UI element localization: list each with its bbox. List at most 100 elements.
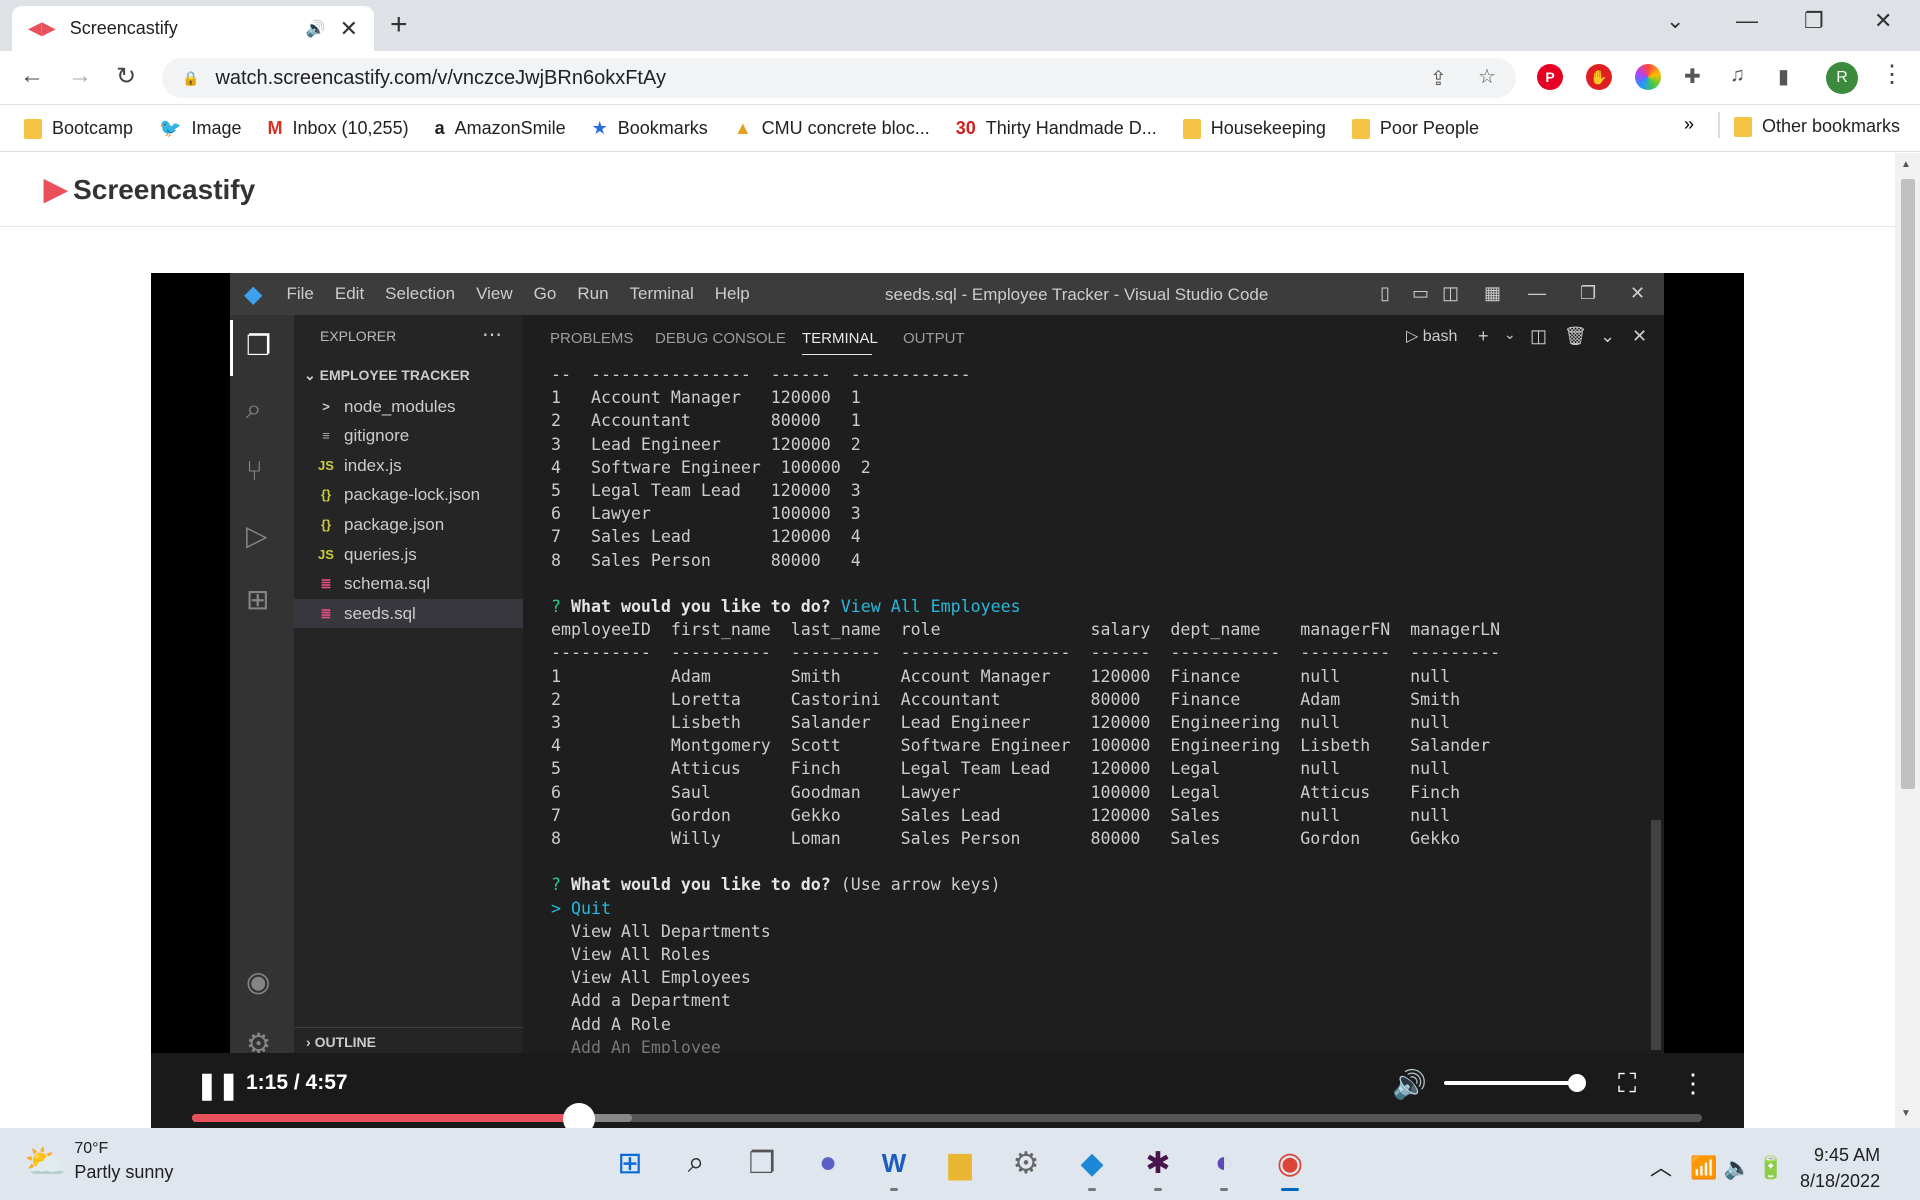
other-bookmarks[interactable]: Other bookmarks bbox=[1734, 116, 1900, 137]
tab-problems[interactable]: PROBLEMS bbox=[550, 330, 633, 347]
file-index-js[interactable]: JS index.js bbox=[294, 451, 523, 480]
explorer-more-icon[interactable]: ⋯ bbox=[482, 322, 502, 347]
chrome-icon[interactable]: ◉ bbox=[1270, 1143, 1310, 1183]
extensions-puzzle-icon[interactable]: ✚ bbox=[1684, 64, 1701, 89]
share-icon[interactable]: ⇪ bbox=[1430, 66, 1447, 91]
bookmark-bootcamp[interactable]: Bootcamp bbox=[24, 118, 133, 139]
scrollbar-thumb[interactable] bbox=[1901, 179, 1915, 789]
kill-terminal-icon[interactable]: 🗑 bbox=[1564, 326, 1587, 347]
restore-button[interactable]: ❐ bbox=[1804, 8, 1824, 34]
outline-section[interactable]: › OUTLINE bbox=[294, 1027, 523, 1053]
bookmark-housekeeping[interactable]: Housekeeping bbox=[1182, 118, 1326, 139]
file-gitignore[interactable]: ≡ gitignore bbox=[294, 421, 523, 450]
menu-file[interactable]: File bbox=[286, 284, 313, 304]
menu-view[interactable]: View bbox=[476, 284, 513, 304]
file-explorer-icon[interactable]: ▆ bbox=[940, 1143, 980, 1183]
menu-go[interactable]: Go bbox=[534, 284, 557, 304]
media-control-icon[interactable]: ♫ bbox=[1730, 64, 1745, 87]
project-folder[interactable]: ⌄ EMPLOYEE TRACKER bbox=[304, 367, 470, 384]
explorer-icon[interactable]: ❐ bbox=[246, 329, 271, 362]
vscode-minimize-icon[interactable]: — bbox=[1528, 283, 1546, 304]
weather-widget[interactable]: ⛅ 70°F Partly sunny bbox=[24, 1140, 173, 1183]
profile-avatar[interactable]: R bbox=[1826, 62, 1858, 94]
choice[interactable]: View All Roles bbox=[551, 943, 1631, 966]
screencastify-logo[interactable]: ▶ Screencastify bbox=[44, 172, 255, 207]
choice[interactable]: View All Employees bbox=[551, 966, 1631, 989]
file-package-json[interactable]: {} package.json bbox=[294, 510, 523, 539]
account-icon[interactable]: ◉ bbox=[246, 965, 270, 998]
menu-run[interactable]: Run bbox=[577, 284, 608, 304]
toggle-secondary-sidebar-icon[interactable]: ◫ bbox=[1442, 283, 1459, 304]
taskbar-search-icon[interactable]: ⌕ bbox=[676, 1143, 716, 1183]
tab-audio-icon[interactable]: 🔊 bbox=[306, 19, 326, 39]
battery-icon[interactable]: 🔋 bbox=[1757, 1155, 1784, 1180]
layout-icon[interactable]: ▦ bbox=[1484, 283, 1501, 304]
pause-icon[interactable]: ❚❚ bbox=[196, 1070, 240, 1101]
reload-icon[interactable]: ↻ bbox=[116, 62, 136, 91]
file-queries-js[interactable]: JS queries.js bbox=[294, 540, 523, 569]
minimize-button[interactable]: — bbox=[1736, 8, 1758, 34]
choice[interactable]: Add An Employee bbox=[551, 1036, 1631, 1053]
bookmark-image[interactable]: 🐦 Image bbox=[159, 118, 241, 139]
volume-slider[interactable] bbox=[1444, 1081, 1584, 1085]
page-scrollbar[interactable]: ▲ ▼ bbox=[1895, 153, 1920, 1128]
task-view-icon[interactable]: ❐ bbox=[742, 1143, 782, 1183]
run-debug-icon[interactable]: ▷ bbox=[246, 519, 268, 552]
fullscreen-icon[interactable]: ⛶ bbox=[1618, 1068, 1636, 1100]
close-window-button[interactable]: ✕ bbox=[1874, 8, 1892, 34]
speaker-icon[interactable]: 🔈 bbox=[1724, 1155, 1751, 1180]
file-node-modules[interactable]: > node_modules bbox=[294, 392, 523, 421]
search-icon[interactable]: ⌕ bbox=[246, 393, 262, 426]
vscode-close-icon[interactable]: ✕ bbox=[1630, 283, 1645, 304]
maximize-panel-icon[interactable]: ⌄ bbox=[1600, 326, 1615, 347]
bookmark-thirty[interactable]: 30 Thirty Handmade D... bbox=[956, 118, 1157, 139]
color-extension-icon[interactable] bbox=[1635, 64, 1661, 90]
tray-overflow-icon[interactable]: ︿ bbox=[1650, 1155, 1672, 1180]
slack-icon[interactable]: ✱ bbox=[1138, 1143, 1178, 1183]
start-icon[interactable]: ⊞ bbox=[610, 1143, 650, 1183]
choice[interactable]: Add a Department bbox=[551, 989, 1631, 1012]
side-panel-icon[interactable]: ▮ bbox=[1778, 64, 1789, 89]
back-icon[interactable]: ← bbox=[20, 62, 44, 90]
terminal-dropdown-icon[interactable]: ⌄ bbox=[1504, 326, 1516, 343]
settings-icon[interactable]: ⚙ bbox=[1006, 1143, 1046, 1183]
file-seeds-sql[interactable]: ≣ seeds.sql bbox=[294, 599, 523, 628]
browser-tab[interactable]: ◀▶ Screencastify 🔊 ✕ bbox=[12, 6, 374, 51]
choice[interactable]: View All Departments bbox=[551, 920, 1631, 943]
new-tab-button[interactable]: + bbox=[390, 8, 408, 42]
address-bar[interactable]: 🔒 watch.screencastify.com/v/vnczceJwjBRn… bbox=[162, 58, 1516, 98]
vscode-taskbar-icon[interactable]: ◆ bbox=[1072, 1143, 1112, 1183]
adblock-extension-icon[interactable]: ✋ bbox=[1586, 64, 1612, 90]
system-tray[interactable]: ︿ 📶 🔈 🔋 bbox=[1650, 1150, 1785, 1182]
tab-search-icon[interactable]: ⌄ bbox=[1666, 8, 1684, 34]
tab-debug-console[interactable]: DEBUG CONSOLE bbox=[655, 330, 786, 347]
bookmark-inbox[interactable]: M Inbox (10,255) bbox=[268, 118, 409, 139]
bookmark-bookmarks[interactable]: ★ Bookmarks bbox=[592, 118, 708, 139]
split-terminal-icon[interactable]: ◫ bbox=[1530, 326, 1547, 347]
tab-output[interactable]: OUTPUT bbox=[903, 330, 965, 347]
file-package-lock-json[interactable]: {} package-lock.json bbox=[294, 480, 523, 509]
bookmarks-overflow-button[interactable]: » bbox=[1684, 114, 1694, 135]
video-more-icon[interactable]: ⋮ bbox=[1680, 1068, 1706, 1099]
terminal-output[interactable]: -- ---------------- ------ ------------ … bbox=[551, 363, 1631, 1053]
close-panel-icon[interactable]: ✕ bbox=[1632, 326, 1647, 347]
menu-selection[interactable]: Selection bbox=[385, 284, 455, 304]
teams-chat-icon[interactable]: ● bbox=[808, 1143, 848, 1183]
word-icon[interactable]: W bbox=[874, 1143, 914, 1183]
new-terminal-icon[interactable]: + bbox=[1478, 326, 1489, 347]
browser-menu-icon[interactable]: ⋮ bbox=[1880, 60, 1904, 89]
forward-icon[interactable]: → bbox=[68, 62, 92, 90]
wifi-icon[interactable]: 📶 bbox=[1690, 1155, 1717, 1180]
menu-help[interactable]: Help bbox=[715, 284, 750, 304]
menu-edit[interactable]: Edit bbox=[335, 284, 364, 304]
source-control-icon[interactable]: ⑂ bbox=[246, 455, 263, 487]
choice[interactable]: Add A Role bbox=[551, 1013, 1631, 1036]
bookmark-amazonsmile[interactable]: a AmazonSmile bbox=[435, 118, 566, 139]
taskbar-clock[interactable]: 9:45 AM 8/18/2022 bbox=[1800, 1142, 1880, 1194]
bookmark-cmu[interactable]: ▲ CMU concrete bloc... bbox=[734, 118, 930, 139]
pinterest-extension-icon[interactable]: P bbox=[1537, 64, 1563, 90]
bookmark-poor-people[interactable]: Poor People bbox=[1351, 118, 1479, 139]
bookmark-star-icon[interactable]: ☆ bbox=[1478, 64, 1496, 89]
toggle-sidebar-icon[interactable]: ▯ bbox=[1380, 283, 1390, 304]
choice-selected[interactable]: > Quit bbox=[551, 897, 1631, 920]
